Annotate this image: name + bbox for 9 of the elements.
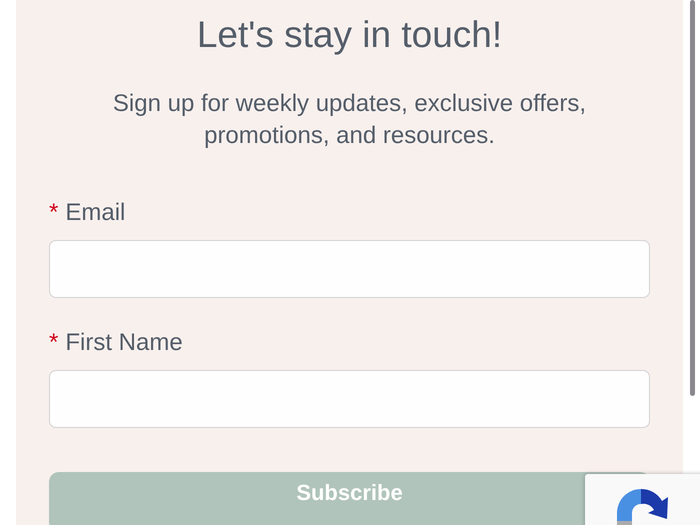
form-title: Let's stay in touch! (196, 13, 504, 57)
input-field[interactable] (49, 370, 650, 428)
field-label: Email (65, 198, 126, 228)
required-mark: * (49, 328, 58, 358)
form-description: Sign up for weekly updates, exclusive offers, promotions, and resources. (112, 89, 588, 151)
input-field[interactable] (49, 240, 650, 298)
field-label: First Name (65, 328, 183, 358)
scrollbar[interactable] (690, 0, 695, 396)
required-mark: * (49, 198, 58, 228)
